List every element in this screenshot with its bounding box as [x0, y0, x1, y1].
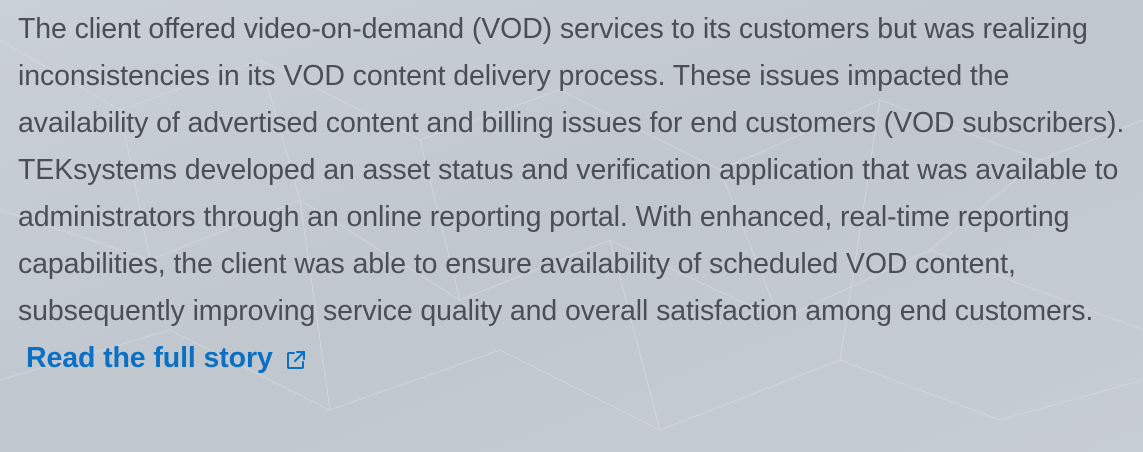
story-body-text: The client offered video-on-demand (VOD)… [18, 13, 1125, 327]
read-full-story-label: Read the full story [26, 342, 273, 374]
external-link-icon [285, 349, 307, 371]
story-paragraph: The client offered video-on-demand (VOD)… [18, 6, 1133, 382]
read-full-story-link[interactable]: Read the full story [26, 335, 307, 382]
